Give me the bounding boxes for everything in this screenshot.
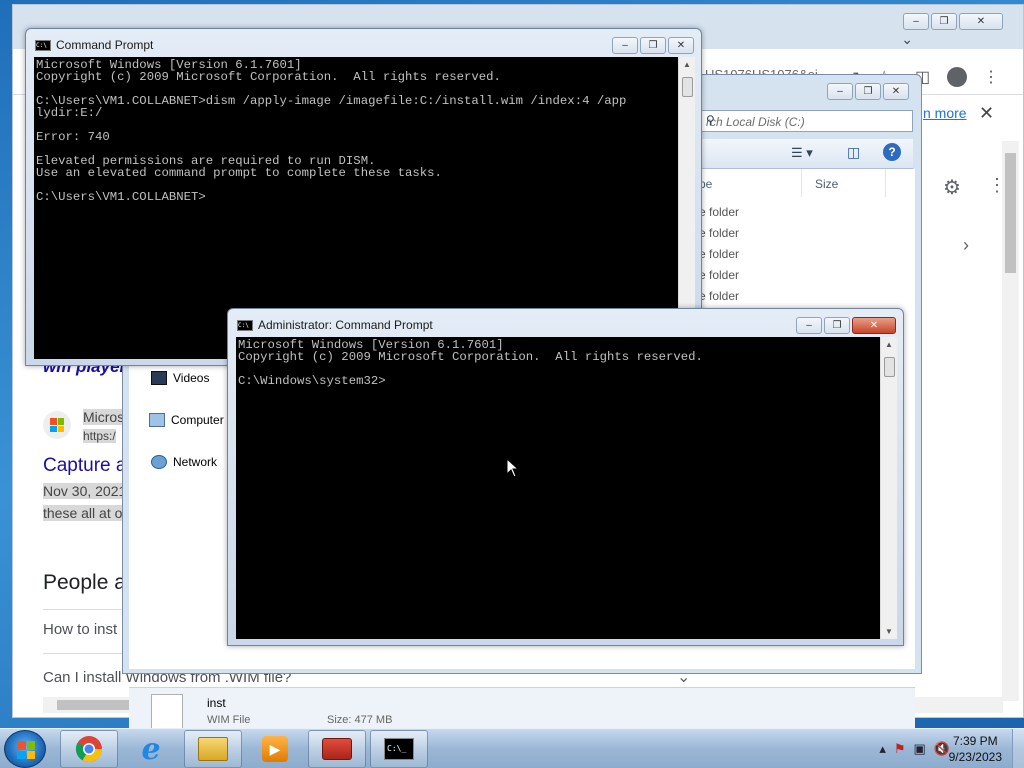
cmd-icon: C:\_ [384, 738, 414, 760]
computer-icon [149, 413, 165, 427]
minimize-button[interactable]: – [612, 37, 638, 54]
nav-item-label: Computer [171, 413, 224, 427]
column-separator [801, 169, 802, 197]
search-icon[interactable]: ⚲ [706, 113, 908, 127]
clock-time: 7:39 PM [952, 734, 998, 748]
scrollbar-thumb[interactable] [884, 357, 895, 377]
file-row-type[interactable]: e folder [699, 268, 739, 282]
taskbar: e ▶ C:\_ ▴ ⚑ ▣ 🔇 7:39 PM 9/23/2023 [0, 728, 1024, 768]
profile-avatar-icon[interactable] [947, 67, 967, 87]
folder-icon [198, 737, 228, 761]
maximize-button[interactable]: ❐ [640, 37, 666, 54]
admin-command-prompt-window[interactable]: C:\ Administrator: Command Prompt – ❐ ✕ … [227, 308, 904, 646]
file-row-type[interactable]: e folder [699, 226, 739, 240]
network-tray-icon[interactable]: ▣ [914, 741, 926, 757]
system-tray: ▴ ⚑ ▣ 🔇 [879, 741, 950, 757]
next-arrow-icon[interactable]: › [963, 235, 969, 256]
close-button[interactable]: ✕ [852, 317, 896, 334]
nav-item-videos[interactable]: Videos [151, 371, 209, 385]
console-output[interactable]: Microsoft Windows [Version 6.1.7601] Cop… [236, 337, 880, 639]
internet-explorer-icon: e [141, 731, 161, 767]
result-title-capture[interactable]: Capture a [43, 455, 126, 477]
file-row-type[interactable]: e folder [699, 247, 739, 261]
file-row-type[interactable]: e folder [699, 205, 739, 219]
details-file-name: inst [207, 696, 226, 710]
taskbar-toolbox[interactable] [308, 730, 366, 768]
people-also-ask-heading: People a [43, 571, 126, 594]
window-controls: – ❐ ✕ [796, 317, 896, 334]
tab-search-chevron-icon[interactable]: ⌄ [901, 31, 913, 48]
browser-window-controls: – ❐ ✕ [903, 13, 1003, 30]
toolbox-icon [322, 738, 352, 760]
explorer-search-input[interactable]: rch Local Disk (C:) ⚲ [701, 110, 913, 132]
taskbar-media-player[interactable]: ▶ [246, 730, 304, 768]
explorer-window-controls: – ❐ ✕ [827, 83, 909, 100]
nav-item-computer[interactable]: Computer [149, 413, 224, 427]
nav-item-label: Videos [173, 371, 210, 385]
window-titlebar[interactable]: C:\ Command Prompt – ❐ ✕ [26, 29, 701, 59]
column-size-header[interactable]: Size [815, 177, 838, 191]
close-banner-icon[interactable]: ✕ [979, 103, 994, 124]
learn-more-link[interactable]: n more [923, 105, 967, 121]
clock-date: 9/23/2023 [948, 750, 1002, 764]
action-center-flag-icon[interactable]: ⚑ [894, 741, 906, 757]
details-file-size: Size: 477 MB [327, 714, 393, 726]
cmd-icon: C:\ [35, 40, 51, 51]
windows-logo-icon [17, 741, 35, 759]
menu-dots-icon[interactable]: ⋮ [983, 67, 999, 87]
window-controls: – ❐ ✕ [612, 37, 694, 54]
scroll-up-arrow-icon[interactable]: ▲ [683, 60, 691, 69]
preview-pane-icon[interactable]: ◫ [847, 144, 860, 161]
volume-muted-icon[interactable]: 🔇 [934, 741, 950, 757]
minimize-button[interactable]: – [796, 317, 822, 334]
maximize-button[interactable]: ❐ [855, 83, 881, 100]
explorer-toolbar: ☰ ▾ ◫ ? [701, 139, 913, 169]
maximize-button[interactable]: ❐ [824, 317, 850, 334]
scrollbar-thumb[interactable] [682, 77, 693, 97]
media-player-icon: ▶ [262, 736, 288, 762]
file-row-type[interactable]: e folder [699, 289, 739, 303]
nav-item-label: Network [173, 455, 218, 469]
scroll-up-arrow-icon[interactable]: ▲ [885, 340, 893, 349]
column-separator [885, 169, 886, 197]
close-button[interactable]: ✕ [883, 83, 909, 100]
microsoft-logo-icon [43, 411, 71, 439]
result-date: Nov 30, 2021 [43, 483, 127, 499]
window-titlebar[interactable]: C:\ Administrator: Command Prompt – ❐ ✕ [228, 309, 903, 339]
browser-vertical-scrollbar[interactable] [1002, 141, 1019, 701]
minimize-button[interactable]: – [827, 83, 853, 100]
show-desktop-button[interactable] [1012, 729, 1024, 768]
settings-gear-icon[interactable]: ⚙ [943, 175, 961, 200]
start-button[interactable] [4, 730, 46, 768]
taskbar-internet-explorer[interactable]: e [122, 730, 180, 768]
minimize-button[interactable]: – [903, 13, 929, 30]
result-snippet: these all at o [43, 505, 123, 521]
console-scrollbar[interactable]: ▲ ▼ [880, 337, 897, 639]
result-source-url[interactable]: https:/ [83, 429, 116, 443]
close-button[interactable]: ✕ [959, 13, 1003, 30]
network-icon [151, 455, 167, 469]
question-1[interactable]: How to inst [43, 621, 117, 638]
scroll-down-arrow-icon[interactable]: ▼ [885, 627, 893, 636]
show-hidden-icons-icon[interactable]: ▴ [879, 741, 886, 757]
taskbar-command-prompt[interactable]: C:\_ [370, 730, 428, 768]
cmd-icon: C:\ [237, 320, 253, 331]
videos-icon [151, 371, 167, 385]
view-options-icon[interactable]: ☰ ▾ [791, 145, 813, 161]
taskbar-clock[interactable]: 7:39 PM 9/23/2023 [949, 733, 1002, 765]
window-title: Command Prompt [56, 38, 154, 52]
taskbar-file-explorer[interactable] [184, 730, 242, 768]
help-icon[interactable]: ? [883, 143, 901, 161]
nav-item-network[interactable]: Network [151, 455, 217, 469]
result-source-name: Micros [83, 409, 125, 425]
mouse-cursor-icon [506, 458, 520, 478]
window-title: Administrator: Command Prompt [258, 318, 433, 332]
chrome-icon [75, 736, 103, 763]
taskbar-chrome[interactable] [60, 730, 118, 768]
scrollbar-thumb[interactable] [1005, 153, 1016, 273]
details-file-type: WIM File [207, 714, 251, 726]
close-button[interactable]: ✕ [668, 37, 694, 54]
maximize-button[interactable]: ❐ [931, 13, 957, 30]
